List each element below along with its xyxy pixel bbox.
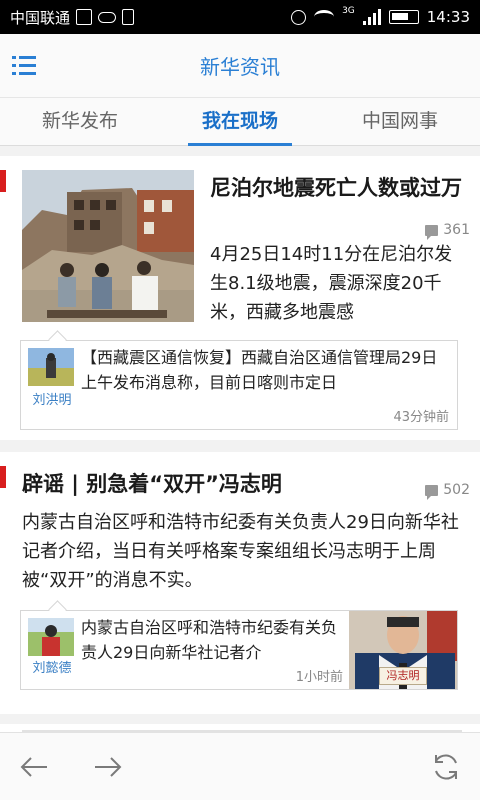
- app-title: 新华资讯: [200, 55, 280, 79]
- news-feed[interactable]: 尼泊尔地震死亡人数或过万 361 4月25日14时11分在尼泊尔发生8.1级地震…: [0, 146, 480, 732]
- article-title[interactable]: 辟谣 | 别急着“双开”冯志明: [22, 468, 282, 498]
- red-marker: [0, 170, 6, 192]
- news-thumbnail[interactable]: [22, 170, 194, 322]
- signal-icon: [362, 9, 381, 25]
- comment-icon: [425, 484, 439, 500]
- news-card-partial[interactable]: [0, 724, 480, 732]
- comment-count[interactable]: 502: [425, 482, 470, 500]
- app-header: 新华资讯: [0, 34, 480, 98]
- image-notification-icon: [76, 9, 93, 25]
- news-card[interactable]: 辟谣 | 别急着“双开”冯志明 502 内蒙古自治区呼和浩特市纪委有关负责人29…: [0, 452, 480, 714]
- arrow-right-icon[interactable]: [92, 751, 124, 783]
- arrow-left-icon[interactable]: [18, 751, 50, 783]
- comment-icon: [425, 224, 439, 240]
- alarm-icon: [291, 9, 307, 25]
- bottom-navigation: [0, 732, 480, 800]
- tab-on-scene[interactable]: 我在现场: [160, 98, 320, 146]
- download-icon: [122, 9, 135, 25]
- sub-post-photo[interactable]: 冯志明: [349, 611, 457, 689]
- article-title[interactable]: 尼泊尔地震死亡人数或过万: [210, 174, 466, 202]
- tab-bar: 新华发布 我在现场 中国网事: [0, 98, 480, 146]
- cloud-icon: [98, 11, 117, 23]
- author-name[interactable]: 刘懿德: [25, 657, 79, 676]
- article-summary: 内蒙古自治区呼和浩特市纪委有关负责人29日向新华社记者介绍，当日有关呼格案专案组…: [22, 512, 459, 591]
- avatar[interactable]: [28, 618, 74, 656]
- network-type: 3G: [342, 6, 355, 16]
- post-time: 1小时前: [295, 670, 343, 685]
- comment-count[interactable]: 361: [425, 222, 470, 240]
- news-card[interactable]: 尼泊尔地震死亡人数或过万 361 4月25日14时11分在尼泊尔发生8.1级地震…: [0, 156, 480, 440]
- sub-post-text: 【西藏震区通信恢复】西藏自治区通信管理局29日上午发布消息称，目前日喀则市定日: [81, 348, 438, 392]
- sub-post[interactable]: 刘洪明 【西藏震区通信恢复】西藏自治区通信管理局29日上午发布消息称，目前日喀则…: [20, 340, 458, 430]
- sub-post[interactable]: 刘懿德 内蒙古自治区呼和浩特市纪委有关负责人29日向新华社记者介 1小时前 冯志…: [20, 610, 458, 690]
- wifi-icon: [314, 10, 335, 24]
- author-name[interactable]: 刘洪明: [25, 389, 79, 408]
- menu-list-icon[interactable]: [12, 54, 36, 76]
- comment-count-value: 361: [443, 222, 470, 238]
- battery-icon: [388, 10, 419, 24]
- post-time: 43分钟前: [393, 410, 449, 425]
- avatar[interactable]: [28, 348, 74, 386]
- sub-post-text: 内蒙古自治区呼和浩特市纪委有关负责人29日向新华社记者介: [81, 618, 338, 662]
- carrier-name: 中国联通: [10, 8, 71, 27]
- refresh-icon[interactable]: [430, 751, 462, 783]
- red-marker: [0, 466, 6, 488]
- tab-china-net[interactable]: 中国网事: [320, 98, 480, 145]
- clock: 14:33: [426, 8, 470, 26]
- article-summary: 4月25日14时11分在尼泊尔发生8.1级地震，震源深度20千米，西藏多地震感: [210, 244, 453, 323]
- status-bar: 中国联通 3G 14:33: [0, 0, 480, 34]
- tab-xinhua-release[interactable]: 新华发布: [0, 98, 160, 145]
- comment-count-value: 502: [443, 482, 470, 498]
- photo-caption-label: 冯志明: [379, 667, 427, 685]
